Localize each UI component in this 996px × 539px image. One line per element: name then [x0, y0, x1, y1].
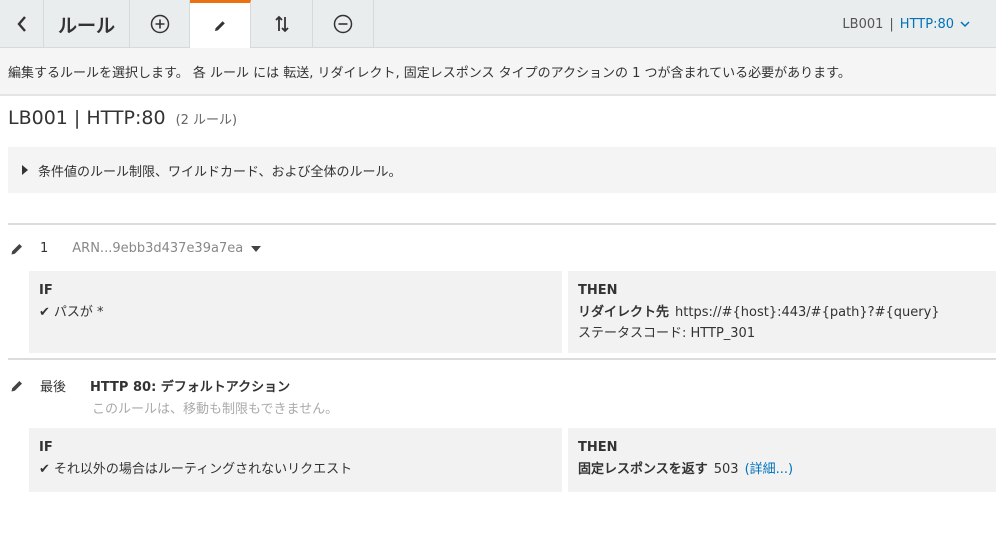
expander-label: 条件値のルール制限、ワイルドカード、および全体のルール。 — [38, 164, 402, 180]
condition-text: パスが * — [53, 305, 104, 320]
default-rule-note: このルールは、移動も制限もできません。 — [92, 402, 339, 417]
check-icon: ✔ — [39, 305, 50, 320]
details-link[interactable]: (詳細...) — [745, 459, 794, 480]
edit-rule-pencil-icon[interactable] — [10, 242, 24, 256]
edit-rules-tab[interactable] — [190, 0, 251, 48]
action-value: https://#{host}:443/#{path}?#{query} — [675, 305, 940, 320]
listener-selector[interactable]: LB001 | HTTP:80 — [842, 0, 970, 48]
rule-row-1: 1 ARN...9ebb3d437e39a7ea — [10, 241, 262, 256]
reorder-arrows-icon — [274, 15, 289, 33]
action-type: 固定レスポンスを返す — [578, 462, 708, 477]
divider — [8, 223, 996, 225]
rule-arn[interactable]: ARN...9ebb3d437e39a7ea — [72, 241, 243, 256]
default-then-panel: THEN 固定レスポンスを返す 503 (詳細...) — [568, 428, 996, 492]
info-message: 編集するルールを選択します。 各 ルール には 転送, リダイレクト, 固定レス… — [0, 48, 996, 96]
condition-text: それ以外の場合はルーティングされないリクエスト — [53, 462, 353, 477]
listener-name[interactable]: HTTP:80 — [900, 17, 954, 32]
caret-right-icon — [22, 165, 28, 175]
lb-separator: | — [889, 16, 894, 32]
check-icon: ✔ — [39, 462, 50, 477]
then-label: THEN — [578, 440, 618, 455]
back-chevron-icon — [16, 16, 26, 32]
default-if-panel: IF ✔ それ以外の場合はルーティングされないリクエスト — [29, 428, 562, 492]
toolbar-title: ルール — [44, 0, 130, 48]
pencil-icon — [215, 20, 225, 31]
status-code-line: ステータスコード: HTTP_301 — [578, 326, 756, 341]
rule-1-if-panel: IF ✔ パスが * — [29, 271, 562, 353]
reorder-rules-button[interactable] — [251, 0, 313, 48]
delete-rule-button[interactable] — [313, 0, 374, 48]
rule-index: 最後 — [40, 380, 67, 395]
add-rule-button[interactable] — [130, 0, 190, 48]
rule-limits-expander[interactable]: 条件値のルール制限、ワイルドカード、および全体のルール。 — [8, 147, 996, 193]
rules-toolbar: ルール LB001 | HTTP:80 — [0, 0, 996, 48]
action-value: 503 — [713, 462, 739, 477]
edit-rule-pencil-icon[interactable] — [10, 379, 24, 393]
back-button[interactable] — [0, 0, 44, 48]
chevron-down-icon[interactable] — [960, 20, 970, 28]
then-label: THEN — [578, 283, 618, 298]
divider — [8, 358, 996, 360]
default-condition: ✔ それ以外の場合はルーティングされないリクエスト — [39, 459, 552, 480]
load-balancer-name: LB001 — [842, 16, 884, 32]
default-action: 固定レスポンスを返す 503 (詳細...) — [578, 459, 986, 480]
rule-index: 1 — [40, 241, 49, 256]
action-type: リダイレクト先 — [578, 305, 670, 320]
rule-1-condition: ✔ パスが * — [39, 302, 552, 323]
page-title: LB001 | HTTP:80 (2 ルール) — [8, 107, 237, 129]
rule-1-then-panel: THEN リダイレクト先 https://#{host}:443/#{path}… — [568, 271, 996, 353]
if-label: IF — [39, 283, 53, 298]
rule-count: (2 ルール) — [175, 113, 238, 128]
page-title-text: LB001 | HTTP:80 — [8, 107, 166, 129]
if-label: IF — [39, 440, 53, 455]
rule-1-action: リダイレクト先 https://#{host}:443/#{path}?#{qu… — [578, 302, 986, 323]
caret-down-icon[interactable] — [251, 245, 262, 252]
default-rule-name: HTTP 80: デフォルトアクション — [90, 380, 291, 395]
add-circle-icon — [150, 14, 169, 34]
remove-circle-icon — [333, 14, 353, 34]
rule-row-default: 最後 HTTP 80: デフォルトアクション — [10, 376, 290, 395]
